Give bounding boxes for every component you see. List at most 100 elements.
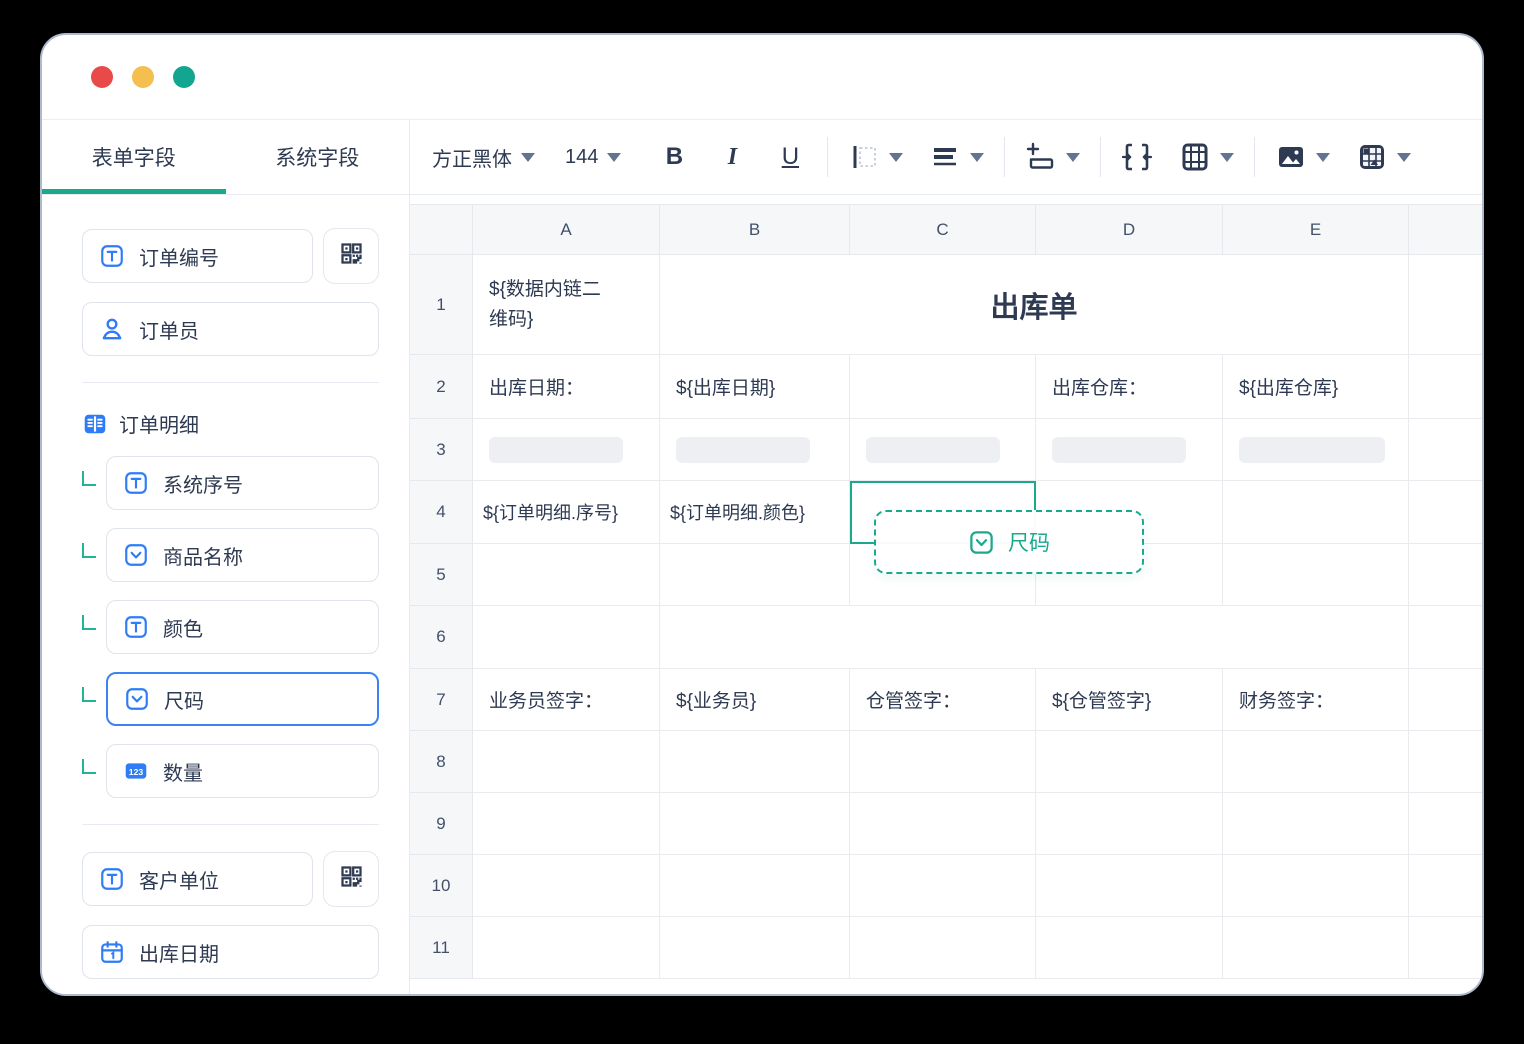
cell-A3[interactable] (473, 419, 660, 481)
cell-B6-E6-merged[interactable] (660, 606, 1409, 669)
italic-button[interactable]: I (715, 144, 749, 171)
cell-D10[interactable] (1036, 855, 1223, 917)
cell-F4[interactable] (1409, 481, 1484, 544)
col-header-B[interactable]: B (660, 205, 850, 255)
insert-image-button[interactable] (1275, 141, 1330, 173)
field-chip-serial[interactable]: 系统序号 (106, 456, 379, 510)
cell-B1-E1-merged[interactable]: 出库单 (660, 255, 1409, 355)
cell-F9[interactable] (1409, 793, 1484, 855)
cell-F1[interactable] (1409, 255, 1484, 355)
cell-F5[interactable] (1409, 544, 1484, 606)
cell-B2[interactable]: ${出库日期} (660, 355, 850, 419)
qr-code-button-order-no[interactable] (323, 228, 379, 284)
cell-C3[interactable] (850, 419, 1036, 481)
cell-D11[interactable] (1036, 917, 1223, 979)
cell-B3[interactable] (660, 419, 850, 481)
cell-E4[interactable] (1223, 481, 1409, 544)
cell-B8[interactable] (660, 731, 850, 793)
col-header-C[interactable]: C (850, 205, 1036, 255)
field-chip-out-date[interactable]: 出库日期 (82, 925, 379, 979)
qr-code-button-customer[interactable] (323, 851, 379, 907)
cell-E5[interactable] (1223, 544, 1409, 606)
row-header-4[interactable]: 4 (410, 481, 473, 544)
cell-D3[interactable] (1036, 419, 1223, 481)
cell-E3[interactable] (1223, 419, 1409, 481)
row-header-9[interactable]: 9 (410, 793, 473, 855)
row-header-11[interactable]: 11 (410, 917, 473, 979)
tab-system-fields[interactable]: 系统字段 (226, 120, 410, 194)
row-header-10[interactable]: 10 (410, 855, 473, 917)
field-chip-color[interactable]: 颜色 (106, 600, 379, 654)
row-header-8[interactable]: 8 (410, 731, 473, 793)
cell-C10[interactable] (850, 855, 1036, 917)
field-chip-qty[interactable]: 123 数量 (106, 744, 379, 798)
underline-button[interactable]: U (773, 143, 807, 171)
tab-form-fields[interactable]: 表单字段 (42, 120, 226, 194)
bold-button[interactable]: B (657, 143, 691, 171)
cell-E9[interactable] (1223, 793, 1409, 855)
table-borders-button[interactable] (1179, 141, 1234, 173)
cell-D8[interactable] (1036, 731, 1223, 793)
cell-F2[interactable] (1409, 355, 1484, 419)
col-header-D[interactable]: D (1036, 205, 1223, 255)
cell-A11[interactable] (473, 917, 660, 979)
row-header-7[interactable]: 7 (410, 669, 473, 731)
cell-F7[interactable] (1409, 669, 1484, 731)
cell-C2[interactable] (850, 355, 1036, 419)
dragging-field-chip-size[interactable]: 尺码 (874, 510, 1144, 574)
cell-E7[interactable]: 财务签字： (1223, 669, 1409, 731)
col-header-F[interactable] (1409, 205, 1484, 255)
cell-C7[interactable]: 仓管签字： (850, 669, 1036, 731)
cell-B4[interactable]: ${订单明细.颜色} (660, 481, 850, 544)
cell-E11[interactable] (1223, 917, 1409, 979)
cell-F8[interactable] (1409, 731, 1484, 793)
cell-A8[interactable] (473, 731, 660, 793)
cell-E10[interactable] (1223, 855, 1409, 917)
cell-C9[interactable] (850, 793, 1036, 855)
cell-A7[interactable]: 业务员签字： (473, 669, 660, 731)
cell-B11[interactable] (660, 917, 850, 979)
cell-D2[interactable]: 出库仓库： (1036, 355, 1223, 419)
align-button[interactable] (929, 141, 984, 173)
cell-C8[interactable] (850, 731, 1036, 793)
font-family-select[interactable]: 方正黑体 (432, 143, 535, 172)
col-header-A[interactable]: A (473, 205, 660, 255)
cell-D9[interactable] (1036, 793, 1223, 855)
cell-image-button[interactable] (1356, 141, 1411, 173)
col-header-E[interactable]: E (1223, 205, 1409, 255)
cell-A1[interactable]: ${数据内链二维码} (473, 255, 660, 355)
field-chip-order-no[interactable]: 订单编号 (82, 229, 313, 283)
cell-B9[interactable] (660, 793, 850, 855)
cell-D7[interactable]: ${仓管签字} (1036, 669, 1223, 731)
cell-A2[interactable]: 出库日期： (473, 355, 660, 419)
cell-E8[interactable] (1223, 731, 1409, 793)
row-header-1[interactable]: 1 (410, 255, 473, 355)
traffic-light-minimize-icon[interactable] (132, 66, 154, 88)
cell-A5[interactable] (473, 544, 660, 606)
border-style-button[interactable] (848, 141, 903, 173)
row-header-6[interactable]: 6 (410, 606, 473, 669)
row-header-3[interactable]: 3 (410, 419, 473, 481)
field-chip-size[interactable]: 尺码 (106, 672, 379, 726)
row-header-5[interactable]: 5 (410, 544, 473, 606)
cell-A6[interactable] (473, 606, 660, 669)
cell-B10[interactable] (660, 855, 850, 917)
traffic-light-zoom-icon[interactable] (173, 66, 195, 88)
cell-F6[interactable] (1409, 606, 1484, 669)
field-chip-product[interactable]: 商品名称 (106, 528, 379, 582)
font-size-select[interactable]: 144 (565, 146, 621, 169)
cell-F11[interactable] (1409, 917, 1484, 979)
cell-A9[interactable] (473, 793, 660, 855)
cell-F3[interactable] (1409, 419, 1484, 481)
traffic-light-close-icon[interactable] (91, 66, 113, 88)
insert-row-button[interactable] (1025, 141, 1080, 173)
row-header-2[interactable]: 2 (410, 355, 473, 419)
cell-A4[interactable]: ${订单明细.序号} (473, 481, 660, 544)
cell-C11[interactable] (850, 917, 1036, 979)
cell-E2[interactable]: ${出库仓库} (1223, 355, 1409, 419)
field-chip-customer[interactable]: 客户单位 (82, 852, 313, 906)
merge-cells-button[interactable] (1121, 141, 1153, 173)
cell-B5[interactable] (660, 544, 850, 606)
field-chip-order-clerk[interactable]: 订单员 (82, 302, 379, 356)
corner-cell[interactable] (410, 205, 473, 255)
